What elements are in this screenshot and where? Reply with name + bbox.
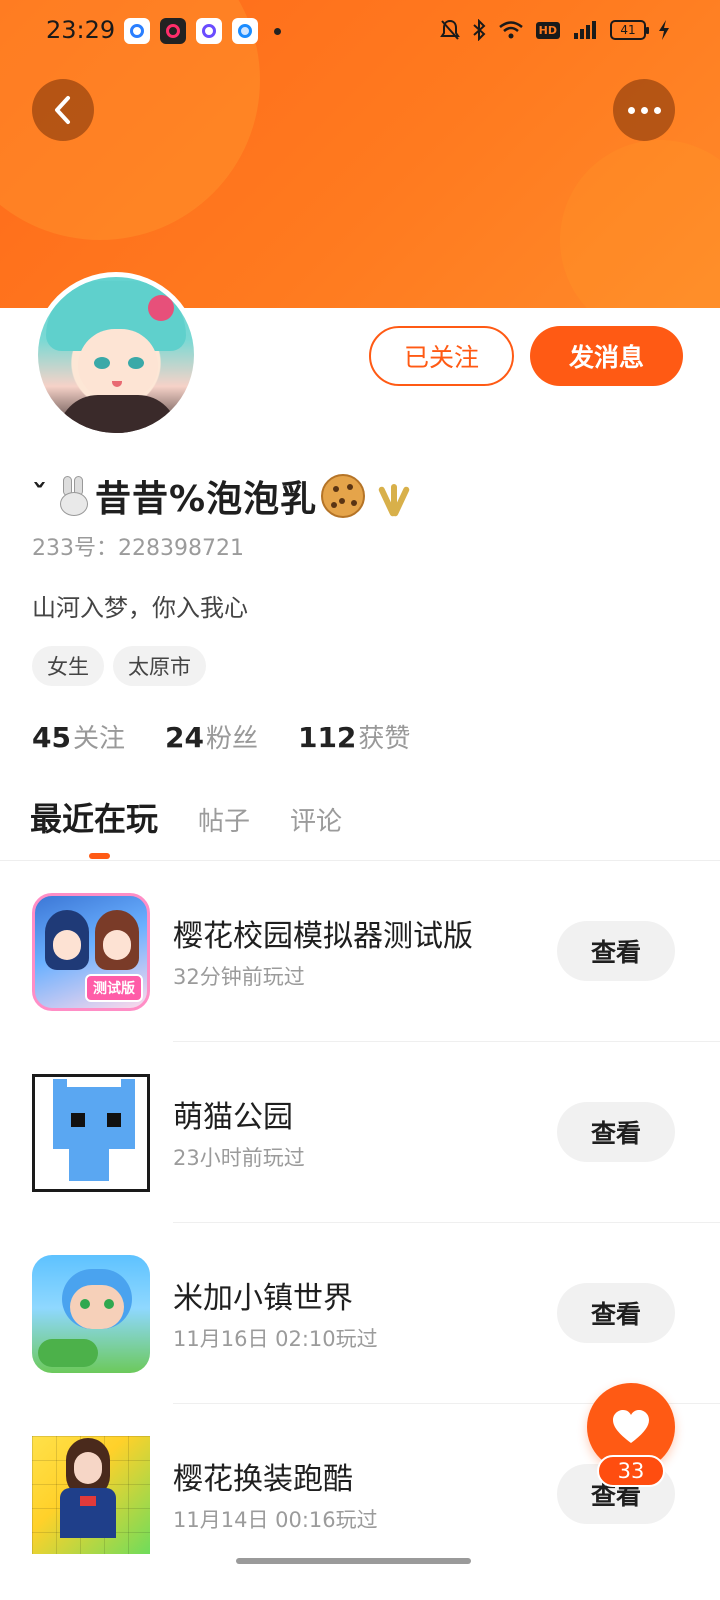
username-text: 昔昔%泡泡乳 xyxy=(95,479,318,520)
hd-icon: HD xyxy=(535,18,560,42)
status-app-icons xyxy=(124,18,281,44)
stat-following[interactable]: 45 关注 xyxy=(32,718,125,755)
like-count-badge: 33 xyxy=(597,1455,665,1487)
bluetooth-icon xyxy=(472,18,486,42)
user-id: 233号：228398721 xyxy=(32,536,244,561)
tab-posts[interactable]: 帖子 xyxy=(198,801,250,838)
rabbit-emoji-icon xyxy=(55,476,91,516)
test-version-badge: 测试版 xyxy=(85,974,143,1002)
stat-likes: 112 获赞 xyxy=(298,718,410,755)
cookie-emoji-icon xyxy=(321,474,366,518)
stat-label: 关注 xyxy=(72,724,125,754)
view-button[interactable]: 查看 xyxy=(557,1102,675,1162)
signal-icon xyxy=(572,18,598,42)
view-button[interactable]: 查看 xyxy=(557,1283,675,1343)
game-icon xyxy=(32,1436,150,1554)
wifi-icon xyxy=(498,18,524,42)
avatar-image xyxy=(38,277,194,433)
back-button[interactable] xyxy=(32,79,94,141)
profile-tags: 女生 太原市 xyxy=(32,646,206,686)
status-time: 23:29 xyxy=(46,16,116,44)
mute-bell-icon xyxy=(439,18,460,42)
chevron-left-icon xyxy=(55,96,70,124)
status-bar: 23:29 HD 41 xyxy=(0,0,720,64)
tab-recently-played[interactable]: 最近在玩 xyxy=(30,794,158,840)
app-notification-icon xyxy=(232,18,258,44)
tag-city: 太原市 xyxy=(113,646,206,686)
home-indicator[interactable] xyxy=(236,1558,471,1564)
charging-icon xyxy=(658,18,670,42)
stat-number: 112 xyxy=(297,721,357,754)
stat-number: 24 xyxy=(164,721,204,754)
game-icon: 测试版 xyxy=(32,893,150,1011)
more-notifications-icon xyxy=(274,27,281,35)
active-tab-indicator xyxy=(89,853,110,859)
status-indicators: HD 41 xyxy=(439,18,670,42)
game-title: 樱花校园模拟器测试版 xyxy=(173,919,473,954)
profile-stats: 45 关注 24 粉丝 112 获赞 xyxy=(32,718,410,755)
game-icon xyxy=(32,1255,150,1373)
rice-emoji-icon xyxy=(373,474,413,518)
view-button[interactable]: 查看 xyxy=(557,921,675,981)
app-notification-icon xyxy=(124,18,150,44)
last-played-time: 32分钟前玩过 xyxy=(173,965,305,989)
profile-tabs: 最近在玩 帖子 评论 xyxy=(30,794,342,840)
battery-level: 41 xyxy=(610,20,649,40)
username: ˇ 昔昔%泡泡乳 xyxy=(32,470,413,522)
user-bio: 山河入梦，你入我心 xyxy=(32,594,248,622)
more-options-button[interactable] xyxy=(613,79,675,141)
game-title: 樱花换装跑酷 xyxy=(173,1462,353,1497)
game-title: 萌猫公园 xyxy=(173,1100,293,1135)
tab-comments[interactable]: 评论 xyxy=(290,801,342,838)
tag-gender: 女生 xyxy=(32,646,104,686)
tiktok-icon xyxy=(160,18,186,44)
more-horizontal-icon xyxy=(627,106,661,114)
stat-label: 粉丝 xyxy=(205,724,258,754)
stat-number: 45 xyxy=(32,721,71,754)
list-item[interactable]: 米加小镇世界 11月16日 02:10玩过 查看 xyxy=(0,1223,720,1404)
battery-icon: 41 xyxy=(610,18,649,42)
name-prefix: ˇ xyxy=(32,478,47,514)
avatar[interactable] xyxy=(33,272,199,438)
stat-followers[interactable]: 24 粉丝 xyxy=(165,718,258,755)
followed-button[interactable]: 已关注 xyxy=(369,326,514,386)
last-played-time: 23小时前玩过 xyxy=(173,1146,305,1170)
last-played-time: 11月14日 00:16玩过 xyxy=(173,1508,378,1532)
app-notification-icon xyxy=(196,18,222,44)
heart-icon xyxy=(613,1410,649,1443)
game-title: 米加小镇世界 xyxy=(173,1281,353,1316)
game-icon xyxy=(32,1074,150,1192)
list-item[interactable]: 萌猫公园 23小时前玩过 查看 xyxy=(0,1042,720,1223)
send-message-button[interactable]: 发消息 xyxy=(530,326,683,386)
last-played-time: 11月16日 02:10玩过 xyxy=(173,1327,378,1351)
list-item[interactable]: 测试版 樱花校园模拟器测试版 32分钟前玩过 查看 xyxy=(0,861,720,1042)
stat-label: 获赞 xyxy=(358,724,411,754)
banner-decoration xyxy=(560,140,720,308)
